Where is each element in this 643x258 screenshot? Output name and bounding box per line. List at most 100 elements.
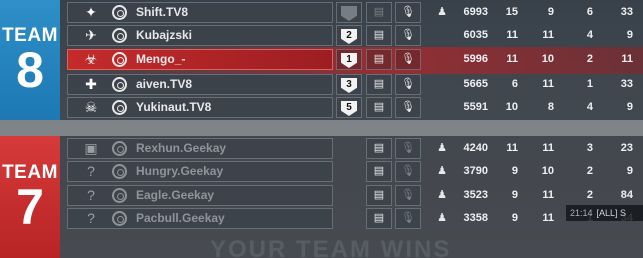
chat-message: [ALL] S xyxy=(596,208,627,218)
team8-player-row[interactable]: ☠ Yukinaut.TV8 5 ▤ 🎙 5591 10 8 4 9 xyxy=(60,97,643,118)
player-kills: 9 xyxy=(511,165,518,177)
player-score: 5665 xyxy=(463,78,488,90)
rank-badge-cell xyxy=(336,2,362,23)
mute-voice-button[interactable]: 🎙 xyxy=(395,185,421,206)
microphone-icon: 🎙 xyxy=(401,78,415,90)
unknown-operator-icon: ? xyxy=(87,187,95,203)
player-score: 3358 xyxy=(463,212,488,224)
player-name-cell[interactable] xyxy=(67,74,333,95)
hostage-icon xyxy=(435,100,449,115)
mute-voice-button[interactable]: 🎙 xyxy=(395,208,421,229)
player-kills: 11 xyxy=(506,29,518,41)
microphone-icon: 🎙 xyxy=(401,29,415,41)
uplay-logo-icon xyxy=(112,5,127,20)
chat-icon: ▤ xyxy=(373,142,385,154)
player-score: 6035 xyxy=(463,29,488,41)
player-ping: 33 xyxy=(620,78,633,90)
player-assists: 11 xyxy=(542,212,554,224)
operator-emblem-icon: ✦ xyxy=(85,4,97,20)
player-name: Shift.TV8 xyxy=(136,5,189,19)
player-assists: 10 xyxy=(541,165,554,177)
player-score: 3523 xyxy=(463,189,488,201)
chat-toggle-button[interactable]: ▤ xyxy=(366,185,392,206)
player-score: 4240 xyxy=(463,142,488,154)
team7-player-row[interactable]: ? Eagle.Geekay ▤ 🎙 ♟ 3523 9 11 2 84 xyxy=(60,185,643,206)
chat-toggle-button[interactable]: ▤ xyxy=(366,97,392,118)
unknown-operator-icon: ? xyxy=(87,210,95,226)
chat-icon: ▤ xyxy=(373,101,385,113)
player-assists: 11 xyxy=(542,189,554,201)
hostage-icon: ♟ xyxy=(437,212,447,224)
player-name-cell[interactable] xyxy=(67,2,333,23)
chat-icon: ▤ xyxy=(373,165,385,177)
chat-toggle-button[interactable]: ▤ xyxy=(366,161,392,182)
chat-icon: ▤ xyxy=(373,53,385,65)
hostage-icon xyxy=(435,28,449,43)
operator-emblem-icon: ☣ xyxy=(84,51,98,67)
microphone-muted-icon: 🎙 xyxy=(401,142,415,154)
mute-voice-button[interactable]: 🎙 xyxy=(395,97,421,118)
team8-player-row[interactable]: ✈ Kubajzski 2 ▤ 🎙 6035 11 11 4 9 xyxy=(60,25,643,46)
player-deaths: 2 xyxy=(586,53,593,65)
hostage-icon xyxy=(435,77,449,92)
chat-toggle-button[interactable]: ▤ xyxy=(366,2,392,23)
team8-player-row[interactable]: ✚ aiven.TV8 3 ▤ 🎙 5665 6 11 1 33 xyxy=(60,74,643,95)
team8-player-row[interactable]: ✦ Shift.TV8 ▤ 🎙 ♟ 6993 15 9 6 33 xyxy=(60,2,643,23)
player-deaths: 4 xyxy=(586,29,593,41)
team7-player-row[interactable]: ? Pacbull.Geekay ▤ 🎙 ♟ 3358 9 11 1 34 xyxy=(60,208,643,229)
rank-badge-icon: 2 xyxy=(341,29,357,44)
player-kills: 9 xyxy=(511,189,518,201)
rank-badge-cell: 1 xyxy=(336,49,362,70)
mute-voice-button[interactable]: 🎙 xyxy=(395,138,421,159)
rank-badge-icon: 1 xyxy=(341,53,357,68)
team8-player-row-local[interactable]: ☣ Mengo_- 1 ▤ 🎙 5996 11 10 2 11 xyxy=(60,49,643,70)
team8-number: 8 xyxy=(16,42,44,98)
chat-toggle-button[interactable]: ▤ xyxy=(366,49,392,70)
player-assists: 11 xyxy=(542,78,554,90)
player-ping: 11 xyxy=(621,53,633,65)
rank-badge-icon: 3 xyxy=(341,78,357,93)
team7-player-row[interactable]: ? Hungry.Geekay ▤ 🎙 ♟ 3790 9 10 2 9 xyxy=(60,161,643,182)
player-assists: 11 xyxy=(542,142,554,154)
mute-voice-button[interactable]: 🎙 xyxy=(395,161,421,182)
player-ping: 84 xyxy=(620,189,633,201)
operator-emblem-icon: ✈ xyxy=(85,27,97,43)
player-deaths: 2 xyxy=(586,165,593,177)
team7-number: 7 xyxy=(16,179,44,235)
chat-toggle-button[interactable]: ▤ xyxy=(366,208,392,229)
mute-voice-button[interactable]: 🎙 xyxy=(395,2,421,23)
hostage-icon: ♟ xyxy=(437,165,447,177)
operator-emblem-icon: ✚ xyxy=(85,76,97,92)
round-result-watermark: YOUR TEAM WINS xyxy=(210,236,452,258)
team7-player-row[interactable]: ▣ Rexhun.Geekay ▤ 🎙 ♟ 4240 11 11 3 23 xyxy=(60,138,643,159)
chat-icon: ▤ xyxy=(373,6,385,18)
mute-voice-button[interactable]: 🎙 xyxy=(395,74,421,95)
player-name-cell[interactable] xyxy=(67,25,333,46)
chat-toggle-button[interactable]: ▤ xyxy=(366,25,392,46)
uplay-logo-icon xyxy=(112,77,127,92)
hostage-icon xyxy=(435,52,449,67)
team8-banner: TEAM 8 xyxy=(0,0,60,120)
player-deaths: 3 xyxy=(586,142,593,154)
chat-icon: ▤ xyxy=(373,189,385,201)
uplay-logo-icon xyxy=(112,141,127,156)
chat-toggle-button[interactable]: ▤ xyxy=(366,138,392,159)
player-assists: 10 xyxy=(541,53,554,65)
player-assists: 8 xyxy=(547,101,554,113)
microphone-icon: 🎙 xyxy=(401,53,415,65)
microphone-muted-icon: 🎙 xyxy=(401,189,415,201)
player-kills: 6 xyxy=(511,78,518,90)
player-ping: 23 xyxy=(620,142,633,154)
chat-toggle-button[interactable]: ▤ xyxy=(366,74,392,95)
player-ping: 9 xyxy=(626,165,633,177)
player-name: Mengo_- xyxy=(136,52,186,66)
uplay-logo-icon xyxy=(112,188,127,203)
player-name-cell[interactable] xyxy=(67,49,333,70)
team7-banner: TEAM 7 xyxy=(0,136,60,258)
rank-badge-cell: 3 xyxy=(336,74,362,95)
mute-voice-button[interactable]: 🎙 xyxy=(395,25,421,46)
player-deaths: 4 xyxy=(586,101,593,113)
player-name: Pacbull.Geekay xyxy=(136,211,225,225)
mute-voice-button[interactable]: 🎙 xyxy=(395,49,421,70)
player-assists: 11 xyxy=(542,29,554,41)
